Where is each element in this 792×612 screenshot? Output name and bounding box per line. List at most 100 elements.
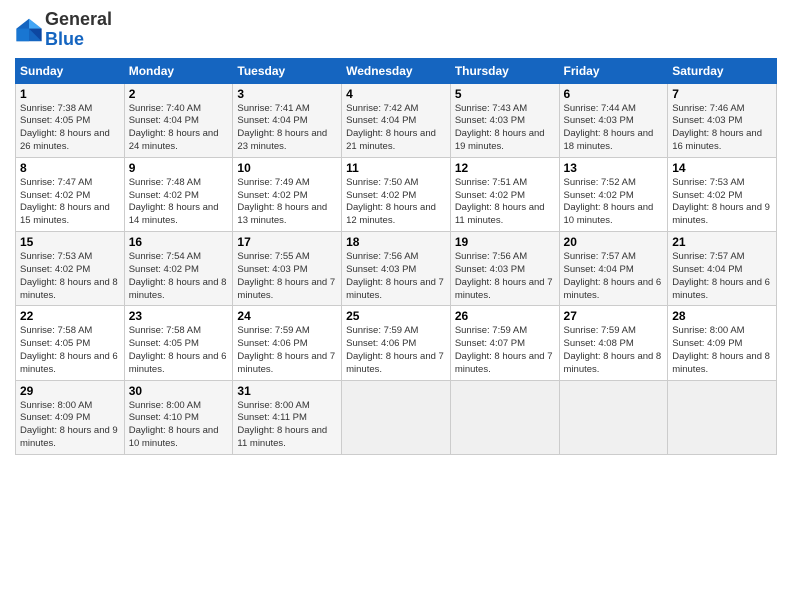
day-number: 8 [20,161,120,175]
calendar-cell: 27 Sunrise: 7:59 AMSunset: 4:08 PMDayligh… [559,306,668,380]
day-info: Sunrise: 7:38 AMSunset: 4:05 PMDaylight:… [20,103,120,154]
weekday-header-monday: Monday [124,58,233,83]
day-info: Sunrise: 7:41 AMSunset: 4:04 PMDaylight:… [237,103,337,154]
day-number: 31 [237,384,337,398]
day-number: 1 [20,87,120,101]
day-info: Sunrise: 7:51 AMSunset: 4:02 PMDaylight:… [455,177,555,228]
day-number: 18 [346,235,446,249]
calendar-cell: 20 Sunrise: 7:57 AMSunset: 4:04 PMDayligh… [559,232,668,306]
day-number: 9 [129,161,229,175]
day-number: 19 [455,235,555,249]
page-container: General Blue SundayMondayTuesdayWednesda… [0,0,792,465]
calendar-cell: 28 Sunrise: 8:00 AMSunset: 4:09 PMDayligh… [668,306,777,380]
calendar-cell: 14Sunrise: 7:53 AMSunset: 4:02 PMDayligh… [668,157,777,231]
calendar-cell: 31 Sunrise: 8:00 AMSunset: 4:11 PMDayligh… [233,380,342,454]
day-info: Sunrise: 8:00 AMSunset: 4:11 PMDaylight:… [237,400,337,451]
weekday-header-sunday: Sunday [16,58,125,83]
page-header: General Blue [15,10,777,50]
day-info: Sunrise: 7:49 AMSunset: 4:02 PMDaylight:… [237,177,337,228]
day-info: Sunrise: 8:00 AMSunset: 4:10 PMDaylight:… [129,400,229,451]
day-number: 27 [564,309,664,323]
day-info: Sunrise: 7:59 AMSunset: 4:06 PMDaylight:… [346,325,446,376]
day-number: 2 [129,87,229,101]
calendar-cell: 21 Sunrise: 7:57 AMSunset: 4:04 PMDayligh… [668,232,777,306]
day-info: Sunrise: 7:42 AMSunset: 4:04 PMDaylight:… [346,103,446,154]
calendar-cell: 26Sunrise: 7:59 AMSunset: 4:07 PMDayligh… [450,306,559,380]
day-info: Sunrise: 7:57 AMSunset: 4:04 PMDaylight:… [672,251,772,302]
calendar-cell: 16 Sunrise: 7:54 AMSunset: 4:02 PMDayligh… [124,232,233,306]
day-info: Sunrise: 7:43 AMSunset: 4:03 PMDaylight:… [455,103,555,154]
day-info: Sunrise: 7:44 AMSunset: 4:03 PMDaylight:… [564,103,664,154]
calendar-cell: 15 Sunrise: 7:53 AMSunset: 4:02 PMDayligh… [16,232,125,306]
calendar-cell [559,380,668,454]
calendar-cell: 2 Sunrise: 7:40 AMSunset: 4:04 PMDaylight… [124,83,233,157]
day-info: Sunrise: 7:47 AMSunset: 4:02 PMDaylight:… [20,177,120,228]
calendar-cell: 22 Sunrise: 7:58 AMSunset: 4:05 PMDayligh… [16,306,125,380]
day-number: 15 [20,235,120,249]
calendar-cell: 23Sunrise: 7:58 AMSunset: 4:05 PMDayligh… [124,306,233,380]
day-number: 4 [346,87,446,101]
logo-general: General [45,9,112,29]
day-number: 24 [237,309,337,323]
day-number: 20 [564,235,664,249]
calendar-cell: 30 Sunrise: 8:00 AMSunset: 4:10 PMDayligh… [124,380,233,454]
weekday-header-tuesday: Tuesday [233,58,342,83]
day-number: 10 [237,161,337,175]
day-number: 5 [455,87,555,101]
day-info: Sunrise: 8:00 AMSunset: 4:09 PMDaylight:… [672,325,772,376]
day-number: 28 [672,309,772,323]
calendar-cell: 25 Sunrise: 7:59 AMSunset: 4:06 PMDayligh… [342,306,451,380]
day-info: Sunrise: 7:50 AMSunset: 4:02 PMDaylight:… [346,177,446,228]
calendar-cell: 7Sunrise: 7:46 AMSunset: 4:03 PMDaylight… [668,83,777,157]
day-info: Sunrise: 7:59 AMSunset: 4:07 PMDaylight:… [455,325,555,376]
calendar-cell: 8 Sunrise: 7:47 AMSunset: 4:02 PMDaylight… [16,157,125,231]
calendar-cell: 18 Sunrise: 7:56 AMSunset: 4:03 PMDayligh… [342,232,451,306]
weekday-header-friday: Friday [559,58,668,83]
day-info: Sunrise: 7:53 AMSunset: 4:02 PMDaylight:… [20,251,120,302]
calendar-cell [450,380,559,454]
day-number: 30 [129,384,229,398]
day-info: Sunrise: 7:52 AMSunset: 4:02 PMDaylight:… [564,177,664,228]
weekday-header-thursday: Thursday [450,58,559,83]
calendar-cell [342,380,451,454]
day-number: 13 [564,161,664,175]
calendar-cell: 13 Sunrise: 7:52 AMSunset: 4:02 PMDayligh… [559,157,668,231]
calendar-cell: 9 Sunrise: 7:48 AMSunset: 4:02 PMDaylight… [124,157,233,231]
day-info: Sunrise: 7:59 AMSunset: 4:06 PMDaylight:… [237,325,337,376]
day-number: 17 [237,235,337,249]
day-info: Sunrise: 7:58 AMSunset: 4:05 PMDaylight:… [129,325,229,376]
weekday-header-wednesday: Wednesday [342,58,451,83]
logo-icon [15,16,43,44]
day-info: Sunrise: 7:46 AMSunset: 4:03 PMDaylight:… [672,103,772,154]
day-number: 25 [346,309,446,323]
calendar-cell: 4 Sunrise: 7:42 AMSunset: 4:04 PMDaylight… [342,83,451,157]
logo: General Blue [15,10,112,50]
day-number: 6 [564,87,664,101]
calendar-cell [668,380,777,454]
calendar-table: SundayMondayTuesdayWednesdayThursdayFrid… [15,58,777,455]
day-number: 16 [129,235,229,249]
day-number: 22 [20,309,120,323]
calendar-cell: 5 Sunrise: 7:43 AMSunset: 4:03 PMDaylight… [450,83,559,157]
day-info: Sunrise: 7:56 AMSunset: 4:03 PMDaylight:… [346,251,446,302]
day-info: Sunrise: 7:40 AMSunset: 4:04 PMDaylight:… [129,103,229,154]
day-info: Sunrise: 8:00 AMSunset: 4:09 PMDaylight:… [20,400,120,451]
day-number: 3 [237,87,337,101]
calendar-cell: 3 Sunrise: 7:41 AMSunset: 4:04 PMDaylight… [233,83,342,157]
day-info: Sunrise: 7:57 AMSunset: 4:04 PMDaylight:… [564,251,664,302]
day-number: 12 [455,161,555,175]
calendar-cell: 19Sunrise: 7:56 AMSunset: 4:03 PMDayligh… [450,232,559,306]
day-info: Sunrise: 7:54 AMSunset: 4:02 PMDaylight:… [129,251,229,302]
calendar-cell: 29 Sunrise: 8:00 AMSunset: 4:09 PMDayligh… [16,380,125,454]
calendar-cell: 10 Sunrise: 7:49 AMSunset: 4:02 PMDayligh… [233,157,342,231]
day-info: Sunrise: 7:53 AMSunset: 4:02 PMDaylight:… [672,177,772,228]
day-info: Sunrise: 7:58 AMSunset: 4:05 PMDaylight:… [20,325,120,376]
calendar-cell: 1 Sunrise: 7:38 AMSunset: 4:05 PMDaylight… [16,83,125,157]
day-number: 21 [672,235,772,249]
weekday-header-saturday: Saturday [668,58,777,83]
calendar-cell: 24 Sunrise: 7:59 AMSunset: 4:06 PMDayligh… [233,306,342,380]
day-info: Sunrise: 7:55 AMSunset: 4:03 PMDaylight:… [237,251,337,302]
day-info: Sunrise: 7:48 AMSunset: 4:02 PMDaylight:… [129,177,229,228]
day-info: Sunrise: 7:59 AMSunset: 4:08 PMDaylight:… [564,325,664,376]
day-number: 29 [20,384,120,398]
